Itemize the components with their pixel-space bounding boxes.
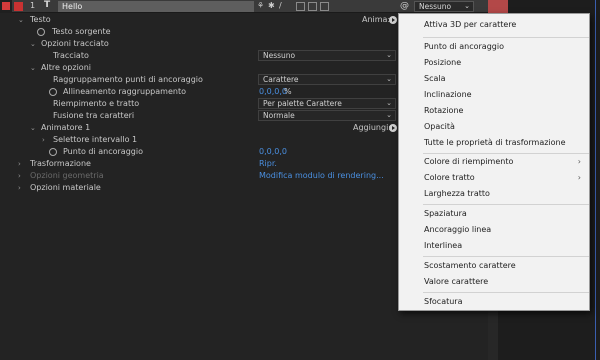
pickwhip-icon[interactable]: @ [400, 1, 409, 11]
menu-item-anchor[interactable]: Punto di ancoraggio [399, 40, 589, 54]
chevron-right-icon: › [577, 173, 581, 182]
menu-item-stroke-color[interactable]: Colore tratto › [399, 171, 589, 185]
menu-separator [423, 37, 589, 38]
dropdown-value: Nessuno [263, 51, 296, 60]
text-layer-icon: T [44, 0, 51, 10]
menu-separator [423, 204, 589, 205]
prop-label: Trasformazione [30, 159, 91, 168]
menu-item-blur[interactable]: Sfocatura [399, 295, 589, 309]
dropdown-value: Per palette Carattere [263, 99, 342, 108]
dropdown-value: Normale [263, 111, 295, 120]
add-menu-button[interactable] [389, 124, 397, 132]
menu-item-3d[interactable]: Attiva 3D per carattere [399, 18, 589, 32]
anchor-grouping-dropdown[interactable]: Carattere ⌄ [258, 74, 396, 85]
stopwatch-icon[interactable] [37, 28, 45, 36]
chevron-down-icon: ⌄ [386, 99, 392, 107]
fill-stroke-dropdown[interactable]: Per palette Carattere ⌄ [258, 98, 396, 109]
menu-item-label: Colore di riempimento [424, 157, 514, 166]
chevron-right-icon: › [577, 157, 581, 166]
menu-item-char-value[interactable]: Valore carattere [399, 275, 589, 289]
prop-label: Testo sorgente [52, 27, 111, 36]
layer-header[interactable]: 1 T Hello ⚘ ✱ / @ Nessuno ⌄ [0, 0, 488, 13]
layer-duration-bar[interactable] [488, 0, 508, 13]
collapse-switch-icon[interactable]: ✱ [268, 1, 275, 10]
twirl-closed-icon[interactable]: › [18, 182, 21, 194]
menu-item-all-transform[interactable]: Tutte le proprietà di trasformazione [399, 136, 589, 150]
prop-label: Allineamento raggruppamento [63, 87, 186, 96]
menu-separator [423, 292, 589, 293]
parent-dropdown[interactable]: Nessuno ⌄ [414, 1, 474, 12]
chevron-down-icon: ⌄ [386, 51, 392, 59]
prop-label: Selettore intervallo 1 [53, 135, 138, 144]
chevron-down-icon: ⌄ [386, 111, 392, 119]
menu-item-line-anchor[interactable]: Ancoraggio linea [399, 223, 589, 237]
current-time-indicator[interactable] [595, 0, 596, 360]
twirl-closed-icon[interactable]: › [18, 158, 21, 170]
prop-label: Opzioni materiale [30, 183, 101, 192]
prop-label: Opzioni geometria [30, 171, 104, 180]
menu-item-skew[interactable]: Inclinazione [399, 88, 589, 102]
stopwatch-icon[interactable] [49, 148, 57, 156]
dropdown-value: Carattere [263, 75, 299, 84]
prop-label: Punto di ancoraggio [63, 147, 143, 156]
animate-popup-menu[interactable]: Attiva 3D per carattere Punto di ancorag… [398, 13, 590, 311]
prop-label: Riempimento e tratto [53, 99, 140, 108]
prop-label: Tracciato [53, 51, 89, 60]
twirl-closed-icon[interactable]: › [42, 134, 45, 146]
percent-unit: % [284, 87, 292, 96]
animate-label: Anima: [362, 15, 391, 24]
prop-label: Animatore 1 [41, 123, 91, 132]
twirl-closed-icon[interactable]: › [18, 170, 21, 182]
animate-menu-button[interactable] [389, 16, 397, 24]
prop-label: Opzioni tracciato [41, 39, 109, 48]
path-dropdown[interactable]: Nessuno ⌄ [258, 50, 396, 61]
frame-blend-switch[interactable] [308, 2, 317, 11]
menu-item-position[interactable]: Posizione [399, 56, 589, 70]
chevron-down-icon: ⌄ [464, 2, 470, 10]
menu-item-char-offset[interactable]: Scostamento carattere [399, 259, 589, 273]
layer-number: 1 [30, 1, 36, 10]
menu-item-leading[interactable]: Interlinea [399, 239, 589, 253]
menu-item-opacity[interactable]: Opacità [399, 120, 589, 134]
twirl-open-icon[interactable]: ⌄ [30, 62, 36, 74]
reset-link[interactable]: Ripr. [259, 158, 277, 170]
menu-item-stroke-width[interactable]: Larghezza tratto [399, 187, 589, 201]
video-toggle[interactable] [0, 0, 12, 13]
twirl-open-icon[interactable]: ⌄ [30, 38, 36, 50]
menu-item-tracking[interactable]: Spaziatura [399, 207, 589, 221]
menu-item-rotation[interactable]: Rotazione [399, 104, 589, 118]
prop-label: Testo [30, 15, 51, 24]
3d-layer-switch[interactable] [320, 2, 329, 11]
parent-value: Nessuno [419, 2, 452, 11]
quality-switch-icon[interactable]: / [279, 1, 282, 10]
menu-item-fill-color[interactable]: Colore di riempimento › [399, 155, 589, 169]
blend-dropdown[interactable]: Normale ⌄ [258, 110, 396, 121]
shy-switch-icon[interactable]: ⚘ [257, 1, 264, 10]
twirl-open-icon[interactable]: ⌄ [30, 122, 36, 134]
menu-separator [423, 153, 589, 154]
twirl-open-icon[interactable]: ⌄ [18, 14, 24, 26]
stopwatch-icon[interactable] [49, 88, 57, 96]
menu-item-scale[interactable]: Scala [399, 72, 589, 86]
anchor-point-value[interactable]: 0,0,0,0 [259, 146, 287, 158]
prop-label: Altre opzioni [41, 63, 91, 72]
change-renderer-link[interactable]: Modifica modulo di rendering... [259, 170, 384, 182]
prop-label: Raggruppamento punti di ancoraggio [53, 75, 203, 84]
label-color-swatch[interactable] [14, 2, 23, 11]
menu-separator [423, 256, 589, 257]
layer-name[interactable]: Hello [58, 1, 254, 12]
add-label: Aggiungi: [353, 123, 391, 132]
menu-item-label: Colore tratto [424, 173, 475, 182]
chevron-down-icon: ⌄ [386, 75, 392, 83]
prop-label: Fusione tra caratteri [53, 111, 135, 120]
alignment-value[interactable]: 0,0,0,0 [259, 86, 287, 98]
effects-switch[interactable] [296, 2, 305, 11]
